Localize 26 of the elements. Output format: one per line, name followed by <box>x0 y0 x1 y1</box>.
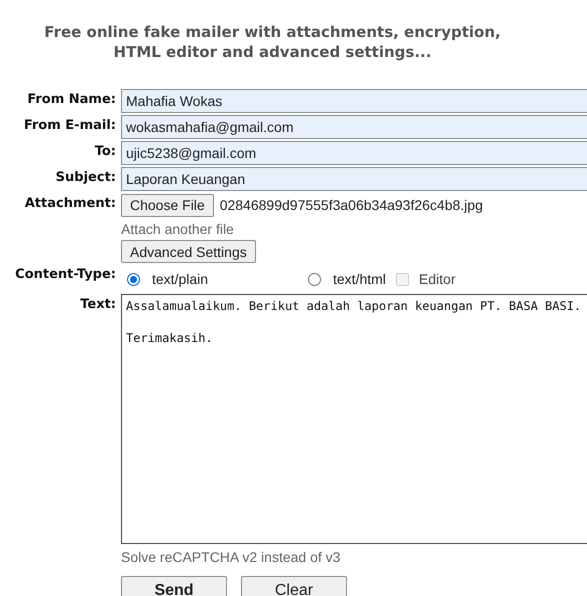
attach-another-link[interactable]: Attach another file <box>121 218 234 240</box>
send-button[interactable]: Send <box>121 576 227 596</box>
field-label: Subject: <box>56 170 116 185</box>
field-label: Text: <box>80 297 116 312</box>
input-field[interactable]: wokasmahafia@gmail.com <box>121 115 587 139</box>
field-label: From E-mail: <box>24 118 116 133</box>
input-field[interactable]: ujic5238@gmail.com <box>121 141 587 165</box>
field-label: Content-Type: <box>15 267 116 282</box>
field-label: From Name: <box>27 92 116 107</box>
advanced-settings-button[interactable]: Advanced Settings <box>121 240 256 263</box>
option-label: text/plain <box>152 271 210 287</box>
page-heading: HTML editor and advanced settings... <box>114 42 432 62</box>
input-field[interactable]: Laporan Keuangan <box>121 167 587 191</box>
captcha-link[interactable]: Solve reCAPTCHA v2 instead of v3 <box>121 546 340 568</box>
radio-button[interactable] <box>308 272 321 286</box>
clear-button[interactable]: Clear <box>241 576 347 596</box>
field-label: To: <box>94 144 116 159</box>
choose-file-button[interactable]: Choose File <box>121 194 214 216</box>
option-label: text/html <box>333 271 386 287</box>
file-name: 02846899d97555f3a06b34a93f26c4b8.jpg <box>220 197 483 213</box>
input-field[interactable]: Mahafia Wokas <box>121 89 587 113</box>
field-label: Attachment: <box>24 196 116 211</box>
page-heading: Free online fake mailer with attachments, encryption, <box>44 22 501 42</box>
radio-button[interactable] <box>127 272 140 286</box>
editor-label: Editor <box>418 271 456 287</box>
text-area[interactable]: Assalamualaikum. Berikut adalah laporan keuangan PT. BASA BASI. Terimakasih. <box>121 294 587 544</box>
